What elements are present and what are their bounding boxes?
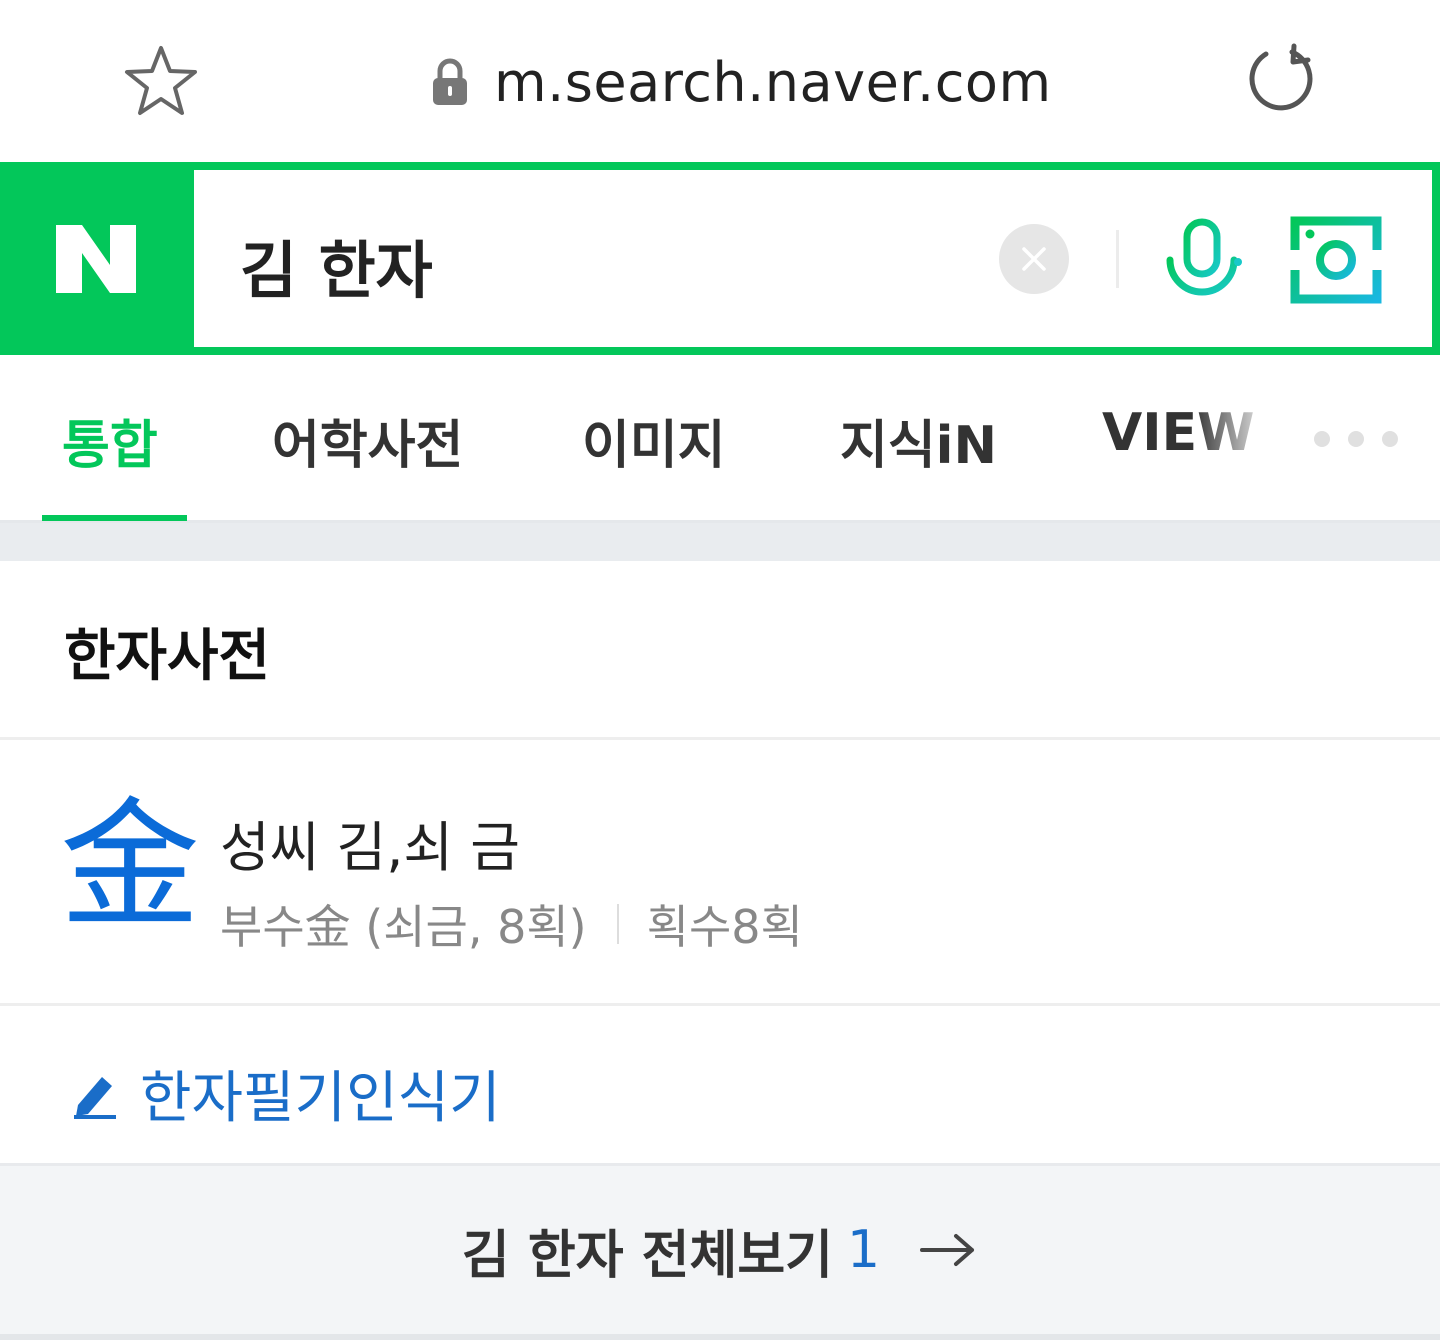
- divider: [0, 1003, 1440, 1006]
- meta-divider: [616, 904, 619, 944]
- clear-button[interactable]: [999, 224, 1069, 294]
- pencil-icon: [74, 1076, 116, 1119]
- section-gap: [0, 523, 1440, 561]
- handwriting-link-label: 한자필기인식기: [140, 1066, 501, 1131]
- more-tabs-icon[interactable]: [1308, 429, 1408, 449]
- star-icon[interactable]: [122, 42, 200, 120]
- hanja-radical: 부수金 (쇠금, 8획): [220, 900, 587, 954]
- refresh-icon[interactable]: [1240, 40, 1320, 120]
- active-tab-indicator: [42, 515, 187, 521]
- search-box[interactable]: 김 한자: [194, 170, 1432, 347]
- hanja-dictionary-card: 한자사전 金 성씨 김,쇠 금 부수金 (쇠금, 8획) 획수8획 한자필기인식…: [0, 561, 1440, 1166]
- search-tabs: 통합 어학사전 이미지 지식iN VIEW: [0, 355, 1440, 523]
- hanja-character[interactable]: 金: [60, 797, 200, 937]
- hanja-strokes: 획수8획: [646, 900, 803, 954]
- divider: [1116, 230, 1119, 288]
- tab-dictionary[interactable]: 어학사전: [272, 403, 463, 478]
- microphone-icon: [1166, 218, 1242, 310]
- camera-lens-icon: [1290, 216, 1382, 304]
- naver-logo[interactable]: [0, 162, 192, 355]
- handwriting-recognizer-link[interactable]: 한자필기인식기: [72, 1053, 501, 1134]
- lock-icon: [433, 58, 467, 105]
- arrow-right-icon: [920, 1234, 975, 1266]
- search-query[interactable]: 김 한자: [240, 220, 433, 310]
- tab-view[interactable]: VIEW: [1102, 403, 1254, 463]
- bottom-border: [0, 1334, 1440, 1340]
- image-search-button[interactable]: [1290, 216, 1382, 308]
- hanja-meaning[interactable]: 성씨 김,쇠 금: [220, 803, 520, 882]
- voice-search-button[interactable]: [1160, 216, 1244, 310]
- tab-integrated[interactable]: 통합: [62, 403, 158, 478]
- result-count: 1: [847, 1220, 881, 1280]
- url-text: m.search.naver.com: [494, 50, 1052, 114]
- close-icon: [1022, 247, 1046, 271]
- naver-n-icon: [56, 224, 136, 293]
- url-field[interactable]: m.search.naver.com: [430, 44, 1052, 120]
- section-title[interactable]: 한자사전: [64, 611, 270, 692]
- browser-address-bar: m.search.naver.com: [0, 0, 1440, 162]
- view-all-button[interactable]: 김 한자 전체보기 1: [0, 1166, 1440, 1334]
- hanja-meta: 부수金 (쇠금, 8획) 획수8획: [220, 891, 803, 957]
- view-all-label: 김 한자 전체보기: [461, 1225, 833, 1286]
- divider: [0, 737, 1440, 740]
- tab-knowledge-in[interactable]: 지식iN: [840, 403, 997, 478]
- search-header: 김 한자: [0, 162, 1440, 355]
- tab-image[interactable]: 이미지: [582, 403, 726, 478]
